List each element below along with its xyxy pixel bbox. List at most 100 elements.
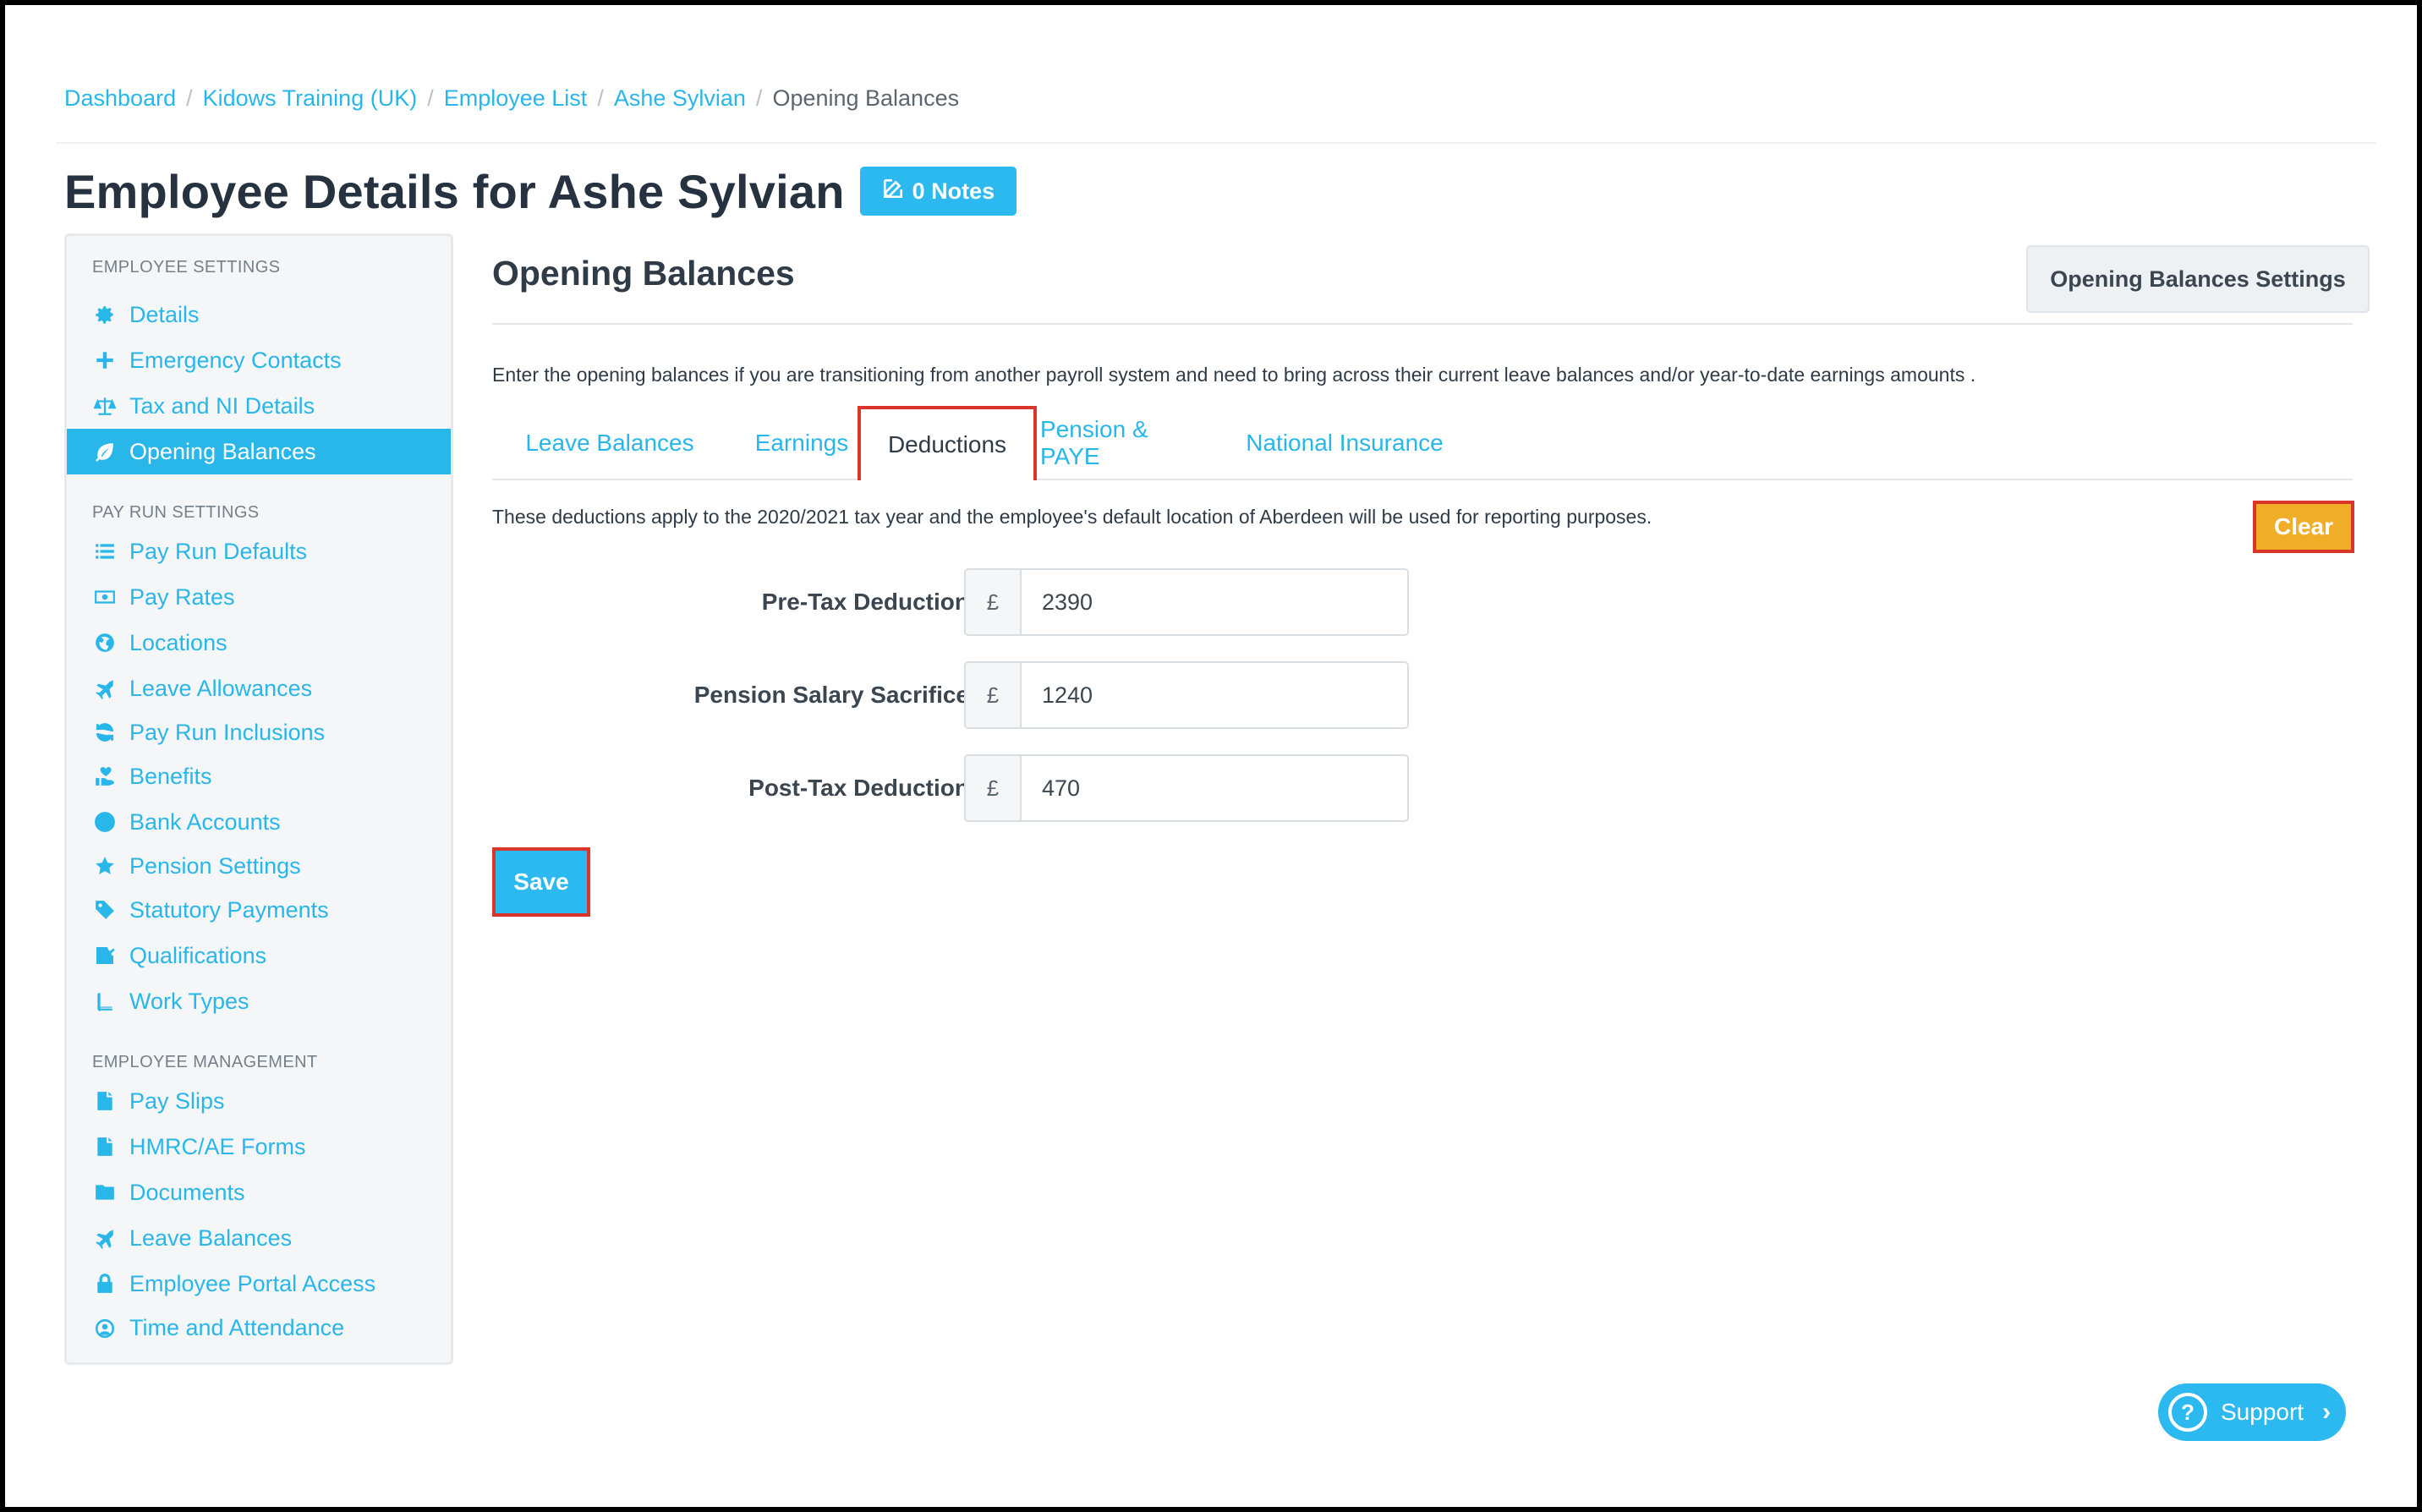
leaf-icon: [92, 439, 118, 464]
support-button[interactable]: ? Support ›: [2158, 1383, 2346, 1441]
sidebar-item-qualifications[interactable]: Qualifications: [67, 933, 451, 978]
gear-icon: [92, 302, 118, 327]
sidebar-item-label: Details: [129, 301, 200, 327]
breadcrumb-separator: /: [755, 85, 763, 111]
sidebar-item-label: Tax and NI Details: [129, 392, 315, 419]
form-row-post-tax: Post-Tax Deduction £: [487, 754, 1417, 822]
breadcrumb-dashboard[interactable]: Dashboard: [64, 85, 176, 112]
list-icon: [92, 539, 118, 564]
money-icon: [92, 584, 118, 610]
sidebar-item-time-attendance[interactable]: Time and Attendance: [67, 1305, 451, 1350]
sidebar-item-locations[interactable]: Locations: [67, 620, 451, 666]
sidebar-item-label: Benefits: [129, 763, 212, 789]
sidebar-item-documents[interactable]: Documents: [67, 1170, 451, 1215]
tab-deductions[interactable]: Deductions: [858, 406, 1037, 480]
sidebar-item-label: Pay Run Inclusions: [129, 719, 326, 745]
sidebar-item-label: Bank Accounts: [129, 808, 281, 835]
star-icon: [92, 853, 118, 879]
clear-button[interactable]: Clear: [2253, 501, 2354, 553]
sidebar-item-label: Leave Balances: [129, 1224, 293, 1251]
input-group: £: [964, 661, 1409, 729]
currency-addon: £: [966, 663, 1022, 727]
notes-button[interactable]: 0 Notes: [859, 167, 1017, 216]
sidebar-item-label: Emergency Contacts: [129, 347, 342, 373]
currency-addon: £: [966, 756, 1022, 820]
currency-addon: £: [966, 570, 1022, 634]
sidebar-item-statutory-payments[interactable]: Statutory Payments: [67, 887, 451, 933]
sidebar-item-leave-balances[interactable]: Leave Balances: [67, 1215, 451, 1261]
breadcrumb: Dashboard / Kidows Training (UK) / Emplo…: [64, 81, 959, 115]
title-row: Employee Details for Ashe Sylvian 0 Note…: [64, 159, 1017, 223]
sidebar-heading-pay-run-settings: PAY RUN SETTINGS: [92, 503, 260, 522]
sidebar-heading-employee-management: EMPLOYEE MANAGEMENT: [92, 1053, 318, 1071]
help-icon: ?: [2168, 1393, 2207, 1432]
plane-icon: [92, 1225, 118, 1251]
app-frame: Dashboard / Kidows Training (UK) / Emplo…: [5, 5, 2417, 1507]
sidebar: EMPLOYEE SETTINGS Details Emergency Cont…: [64, 233, 453, 1365]
sidebar-item-label: Opening Balances: [129, 438, 316, 464]
notes-label: 0 Notes: [912, 178, 995, 204]
breadcrumb-company[interactable]: Kidows Training (UK): [203, 85, 418, 112]
breadcrumb-employee-list[interactable]: Employee List: [444, 85, 588, 112]
divider: [56, 142, 2376, 144]
form-row-pre-tax: Pre-Tax Deduction £: [487, 568, 1417, 636]
divider: [492, 323, 2353, 325]
lock-icon: [92, 1271, 118, 1296]
hand-heart-icon: [92, 764, 118, 789]
sidebar-item-label: Documents: [129, 1179, 245, 1205]
chevron-right-icon: ›: [2322, 1398, 2332, 1426]
input-group: £: [964, 568, 1409, 636]
sidebar-item-label: Statutory Payments: [129, 896, 329, 923]
tab-national-insurance[interactable]: National Insurance: [1209, 406, 1480, 480]
plane-icon: [92, 676, 118, 701]
sidebar-item-label: Employee Portal Access: [129, 1270, 376, 1296]
sidebar-item-pay-run-inclusions[interactable]: Pay Run Inclusions: [67, 709, 451, 755]
sidebar-item-label: Time and Attendance: [129, 1314, 345, 1340]
dollar-circle-icon: [92, 809, 118, 835]
sidebar-item-benefits[interactable]: Benefits: [67, 753, 451, 799]
breadcrumb-current: Opening Balances: [772, 85, 960, 111]
form-row-pension-salary-sacrifice: Pension Salary Sacrifice £: [487, 661, 1417, 729]
refresh-icon: [92, 720, 118, 745]
support-label: Support: [2221, 1399, 2304, 1425]
section-title: Opening Balances: [492, 254, 795, 293]
sidebar-item-employee-portal-access[interactable]: Employee Portal Access: [67, 1261, 451, 1307]
sidebar-item-label: Pay Slips: [129, 1087, 225, 1114]
input-group: £: [964, 754, 1409, 822]
globe-icon: [92, 630, 118, 655]
sidebar-item-pay-slips[interactable]: Pay Slips: [67, 1078, 451, 1124]
sidebar-item-pension-settings[interactable]: Pension Settings: [67, 843, 451, 889]
pre-tax-deduction-input[interactable]: [1022, 570, 1407, 634]
book-icon: [92, 989, 118, 1014]
sidebar-item-pay-rates[interactable]: Pay Rates: [67, 574, 451, 620]
folder-icon: [92, 1180, 118, 1205]
file-icon: [92, 1134, 118, 1159]
field-label: Pre-Tax Deduction: [761, 589, 969, 615]
sidebar-item-label: Pay Rates: [129, 583, 235, 610]
tag-icon: [92, 897, 118, 923]
sidebar-heading-employee-settings: EMPLOYEE SETTINGS: [92, 258, 281, 277]
opening-balances-settings-button[interactable]: Opening Balances Settings: [2026, 245, 2370, 313]
field-label: Pension Salary Sacrifice: [693, 682, 969, 708]
sidebar-item-opening-balances[interactable]: Opening Balances: [67, 429, 451, 474]
breadcrumb-separator: /: [597, 85, 604, 111]
tab-pension-paye[interactable]: Pension & PAYE: [1040, 406, 1209, 480]
field-label: Post-Tax Deduction: [748, 775, 969, 801]
post-tax-deduction-input[interactable]: [1022, 756, 1407, 820]
sidebar-item-emergency-contacts[interactable]: Emergency Contacts: [67, 337, 451, 383]
sidebar-item-label: Qualifications: [129, 942, 267, 968]
sidebar-item-pay-run-defaults[interactable]: Pay Run Defaults: [67, 529, 451, 574]
pension-salary-sacrifice-input[interactable]: [1022, 663, 1407, 727]
sidebar-item-tax-ni[interactable]: Tax and NI Details: [67, 383, 451, 429]
breadcrumb-employee[interactable]: Ashe Sylvian: [614, 85, 746, 112]
breadcrumb-separator: /: [427, 85, 434, 111]
sidebar-item-leave-allowances[interactable]: Leave Allowances: [67, 666, 451, 711]
page-title: Employee Details for Ashe Sylvian: [64, 164, 845, 218]
breadcrumb-separator: /: [186, 85, 193, 111]
sidebar-item-hmrc-forms[interactable]: HMRC/AE Forms: [67, 1124, 451, 1170]
sidebar-item-work-types[interactable]: Work Types: [67, 978, 451, 1024]
tab-leave-balances[interactable]: Leave Balances: [499, 406, 721, 480]
save-button[interactable]: Save: [492, 847, 590, 917]
sidebar-item-details[interactable]: Details: [67, 292, 451, 337]
sidebar-item-bank-accounts[interactable]: Bank Accounts: [67, 799, 451, 845]
